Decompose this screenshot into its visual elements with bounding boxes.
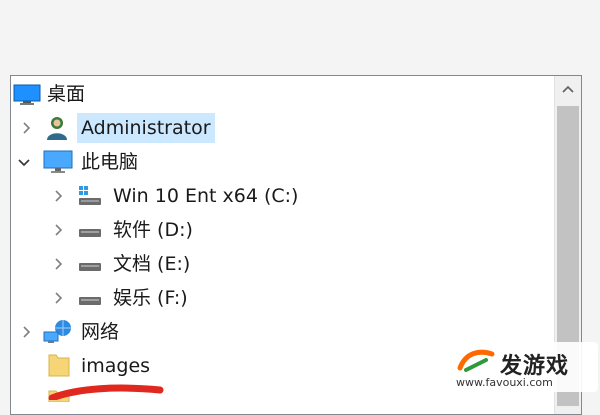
- chevron-right-icon[interactable]: [49, 221, 67, 239]
- chevron-up-icon: [562, 85, 574, 93]
- folder-icon: [48, 354, 70, 377]
- drive-icon: [79, 297, 101, 305]
- site-watermark: 发游戏 www.favouxi.com: [448, 342, 598, 392]
- tree-item-label: 软件 (D:): [113, 219, 193, 241]
- scroll-up-button[interactable]: [555, 76, 581, 102]
- chevron-right-icon[interactable]: [49, 289, 67, 307]
- drive-icon: [79, 263, 101, 271]
- tree-item-drive-d[interactable]: 软件 (D:): [11, 214, 551, 246]
- tree-item-drive-c[interactable]: Win 10 Ent x64 (C:): [11, 180, 551, 212]
- system-drive-icon: [79, 186, 101, 205]
- chevron-right-icon[interactable]: [17, 323, 35, 341]
- network-icon: [43, 320, 71, 343]
- tree-item-label: 此电脑: [81, 151, 139, 173]
- tree-item-label: 文档 (E:): [113, 253, 191, 275]
- user-icon: [47, 117, 67, 140]
- tree-item-label: 桌面: [47, 83, 86, 105]
- watermark-logo-icon: [457, 349, 495, 372]
- red-scribble-annotation: [48, 384, 164, 400]
- computer-icon: [43, 150, 73, 173]
- tree-item-administrator[interactable]: Administrator: [11, 112, 551, 144]
- watermark-url: www.favouxi.com: [456, 376, 553, 389]
- tree-item-this-pc[interactable]: 此电脑: [11, 146, 551, 178]
- chevron-down-icon[interactable]: [15, 153, 33, 171]
- tree-item-label: 网络: [81, 321, 120, 343]
- tree-item-label: images: [81, 355, 151, 377]
- tree-item-label: 娱乐 (F:): [113, 287, 188, 309]
- tree-item-label: Win 10 Ent x64 (C:): [113, 185, 299, 207]
- tree-item-label: Administrator: [77, 113, 215, 143]
- chevron-right-icon[interactable]: [49, 187, 67, 205]
- tree-item-drive-e[interactable]: 文档 (E:): [11, 248, 551, 280]
- desktop-icon: [13, 84, 41, 105]
- tree-item-drive-f[interactable]: 娱乐 (F:): [11, 282, 551, 314]
- tree-item-desktop[interactable]: 桌面: [11, 78, 551, 110]
- chevron-right-icon[interactable]: [49, 255, 67, 273]
- drive-icon: [79, 229, 101, 237]
- chevron-right-icon[interactable]: [17, 119, 35, 137]
